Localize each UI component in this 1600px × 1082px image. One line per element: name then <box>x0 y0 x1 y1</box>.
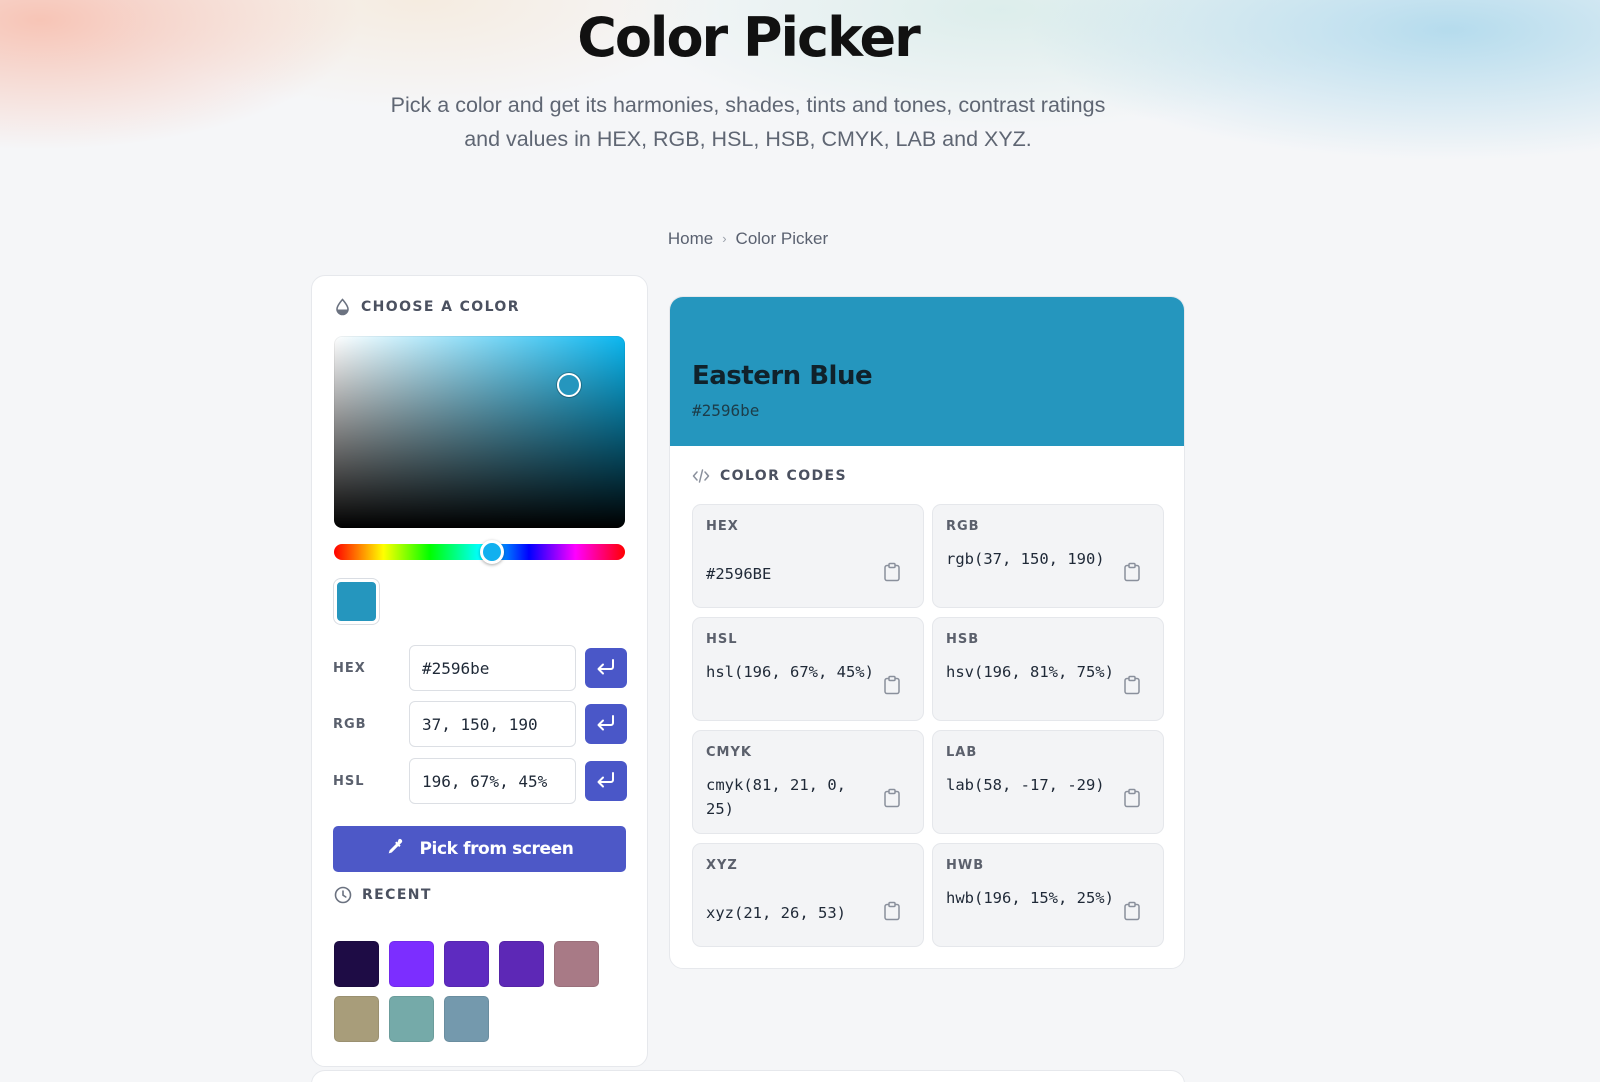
pick-from-screen-label: Pick from screen <box>419 839 574 859</box>
hex-field-row: HEX <box>333 645 627 691</box>
breadcrumb-home-link[interactable]: Home <box>668 229 713 248</box>
code-label: RGB <box>946 519 980 534</box>
code-label: HSL <box>706 632 738 647</box>
color-hex-value: #2596be <box>692 401 760 420</box>
code-icon <box>692 468 710 484</box>
color-codes-heading: COLOR CODES <box>692 468 847 484</box>
enter-icon <box>595 771 617 792</box>
recent-color-swatch[interactable] <box>444 941 489 987</box>
code-tile-hwb: HWB hwb(196, 15%, 25%) <box>932 843 1164 947</box>
color-details-panel: Eastern Blue #2596be COLOR CODES HEX #25… <box>669 296 1185 969</box>
code-tile-hsb: HSB hsv(196, 81%, 75%) <box>932 617 1164 721</box>
current-color-swatch <box>334 579 379 624</box>
droplet-icon <box>334 298 351 316</box>
clipboard-icon <box>1123 901 1141 924</box>
rgb-field-label: RGB <box>333 716 367 732</box>
code-label: HEX <box>706 519 739 534</box>
code-value: hwb(196, 15%, 25%) <box>946 889 1114 907</box>
code-label: HWB <box>946 858 985 873</box>
clipboard-icon <box>883 901 901 924</box>
page-subtitle: Pick a color and get its harmonies, shad… <box>390 93 1106 151</box>
code-value: xyz(21, 26, 53) <box>706 904 846 922</box>
clipboard-icon <box>1123 675 1141 698</box>
recent-color-swatch[interactable] <box>444 996 489 1042</box>
code-value: rgb(37, 150, 190) <box>946 550 1105 568</box>
enter-icon <box>595 714 617 735</box>
hex-field-label: HEX <box>333 660 366 676</box>
code-value: hsl(196, 67%, 45%) <box>706 663 874 681</box>
hue-slider-handle[interactable] <box>480 540 504 564</box>
clipboard-icon <box>883 562 901 585</box>
breadcrumb-current: Color Picker <box>735 229 829 248</box>
hsl-field-row: HSL <box>333 758 627 804</box>
hsl-apply-button[interactable] <box>585 761 627 801</box>
code-tile-cmyk: CMYK cmyk(81, 21, 0, 25) <box>692 730 924 834</box>
clipboard-icon <box>883 788 901 811</box>
code-value: #2596BE <box>706 565 772 583</box>
copy-hsl-button[interactable] <box>881 674 903 698</box>
rgb-input[interactable] <box>409 701 576 747</box>
copy-lab-button[interactable] <box>1121 787 1143 811</box>
color-preview-header: Eastern Blue #2596be <box>670 297 1184 446</box>
recent-label: RECENT <box>362 887 432 903</box>
code-label: HSB <box>946 632 980 647</box>
code-tile-rgb: RGB rgb(37, 150, 190) <box>932 504 1164 608</box>
next-section-card <box>311 1070 1185 1082</box>
enter-icon <box>595 658 617 679</box>
recent-color-swatch[interactable] <box>554 941 599 987</box>
recent-color-swatch[interactable] <box>334 996 379 1042</box>
eyedropper-icon <box>385 837 405 862</box>
color-codes-label: COLOR CODES <box>720 468 847 484</box>
saturation-value-handle[interactable] <box>557 373 581 397</box>
code-label: XYZ <box>706 858 738 873</box>
breadcrumb: Home › Color Picker <box>0 229 1496 249</box>
code-label: LAB <box>946 745 978 760</box>
clipboard-icon <box>883 675 901 698</box>
copy-xyz-button[interactable] <box>881 900 903 924</box>
copy-hsb-button[interactable] <box>1121 674 1143 698</box>
choose-color-label: CHOOSE A COLOR <box>361 299 520 315</box>
code-tile-hex: HEX #2596BE <box>692 504 924 608</box>
copy-cmyk-button[interactable] <box>881 787 903 811</box>
clipboard-icon <box>1123 562 1141 585</box>
code-value: cmyk(81, 21, 0, 25) <box>706 776 846 818</box>
choose-color-panel: CHOOSE A COLOR HEX RGB HSL Pick from scr… <box>311 275 648 1067</box>
hsl-input[interactable] <box>409 758 576 804</box>
pick-from-screen-button[interactable]: Pick from screen <box>333 826 626 872</box>
copy-hex-button[interactable] <box>881 561 903 585</box>
copy-rgb-button[interactable] <box>1121 561 1143 585</box>
recent-heading: RECENT <box>334 886 432 904</box>
hsl-field-label: HSL <box>333 773 365 789</box>
saturation-value-area[interactable] <box>334 336 625 528</box>
recent-color-swatch[interactable] <box>389 941 434 987</box>
code-value: hsv(196, 81%, 75%) <box>946 663 1114 681</box>
recent-color-swatch[interactable] <box>499 941 544 987</box>
rgb-apply-button[interactable] <box>585 704 627 744</box>
choose-color-heading: CHOOSE A COLOR <box>334 298 520 316</box>
code-tile-xyz: XYZ xyz(21, 26, 53) <box>692 843 924 947</box>
copy-hwb-button[interactable] <box>1121 900 1143 924</box>
recent-color-swatch[interactable] <box>334 941 379 987</box>
recent-color-swatch[interactable] <box>389 996 434 1042</box>
hex-input[interactable] <box>409 645 576 691</box>
code-value: lab(58, -17, -29) <box>946 776 1105 794</box>
clock-icon <box>334 886 352 904</box>
color-name: Eastern Blue <box>692 361 873 391</box>
clipboard-icon <box>1123 788 1141 811</box>
code-tile-lab: LAB lab(58, -17, -29) <box>932 730 1164 834</box>
rgb-field-row: RGB <box>333 701 627 747</box>
code-label: CMYK <box>706 745 752 760</box>
page-title: Color Picker <box>577 6 921 69</box>
breadcrumb-separator: › <box>722 231 727 246</box>
hex-apply-button[interactable] <box>585 648 627 688</box>
hue-slider[interactable] <box>334 540 625 564</box>
code-tile-hsl: HSL hsl(196, 67%, 45%) <box>692 617 924 721</box>
